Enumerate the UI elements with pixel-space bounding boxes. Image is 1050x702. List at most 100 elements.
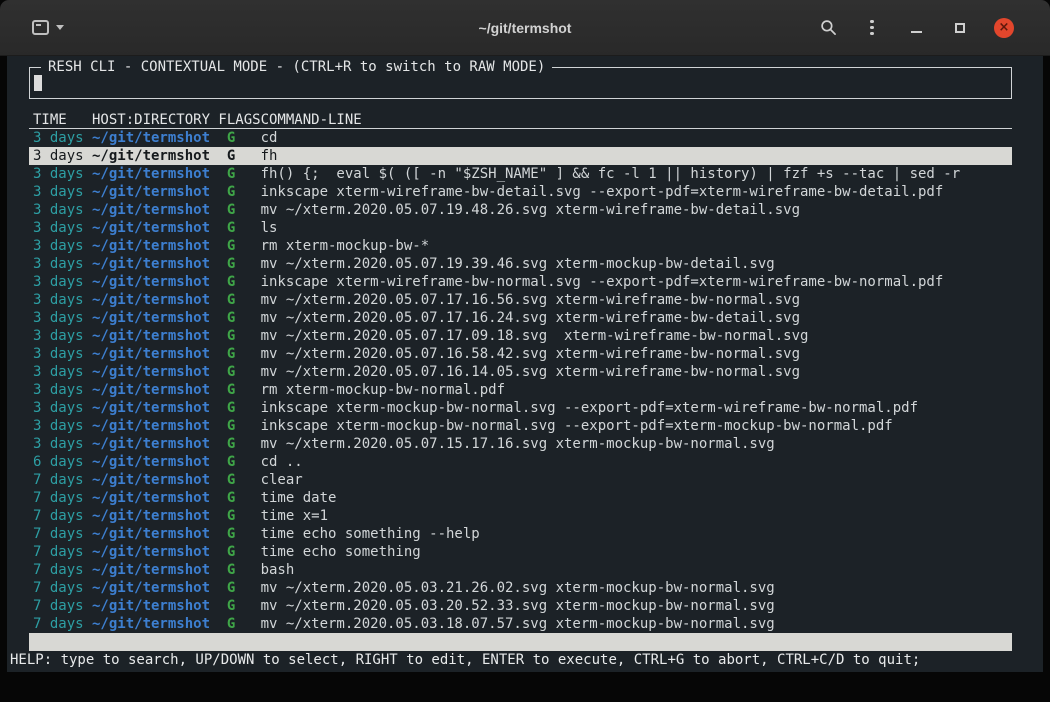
- row-time: 7 days: [33, 579, 92, 597]
- row-command: time date: [261, 489, 1012, 507]
- history-row[interactable]: 6 days ~/git/termshot G cd ..: [29, 453, 1012, 471]
- terminal-screen[interactable]: RESH CLI - CONTEXTUAL MODE - (CTRL+R to …: [7, 56, 1043, 672]
- history-row[interactable]: 7 days ~/git/termshot G time date: [29, 489, 1012, 507]
- history-row[interactable]: 3 days ~/git/termshot G inkscape xterm-w…: [29, 273, 1012, 291]
- row-flags: G: [218, 345, 260, 363]
- row-host-directory: ~/git/termshot: [92, 399, 218, 417]
- history-row[interactable]: 3 days ~/git/termshot G rm xterm-mockup-…: [29, 237, 1012, 255]
- row-host-directory: ~/git/termshot: [92, 327, 218, 345]
- history-row[interactable]: 3 days ~/git/termshot G inkscape xterm-m…: [29, 399, 1012, 417]
- history-row[interactable]: 3 days ~/git/termshot G mv ~/xterm.2020.…: [29, 363, 1012, 381]
- minimize-icon: [911, 31, 922, 33]
- row-host-directory: ~/git/termshot: [92, 525, 218, 543]
- row-time: 3 days: [33, 309, 92, 327]
- history-row[interactable]: 7 days ~/git/termshot G clear: [29, 471, 1012, 489]
- row-flags: G: [218, 183, 260, 201]
- history-row[interactable]: 7 days ~/git/termshot G mv ~/xterm.2020.…: [29, 597, 1012, 615]
- history-row[interactable]: 7 days ~/git/termshot G time echo someth…: [29, 543, 1012, 561]
- row-host-directory: ~/git/termshot: [92, 453, 218, 471]
- history-row[interactable]: 7 days ~/git/termshot G time x=1: [29, 507, 1012, 525]
- row-time: 3 days: [33, 399, 92, 417]
- history-row[interactable]: 3 days ~/git/termshot G mv ~/xterm.2020.…: [29, 345, 1012, 363]
- history-row[interactable]: 7 days ~/git/termshot G bash: [29, 561, 1012, 579]
- history-row[interactable]: 3 days ~/git/termshot G inkscape xterm-w…: [29, 183, 1012, 201]
- titlebar-controls: ×: [818, 18, 1050, 38]
- row-command: fh: [261, 147, 1012, 165]
- history-row[interactable]: 3 days ~/git/termshot G inkscape xterm-m…: [29, 417, 1012, 435]
- history-row[interactable]: 3 days ~/git/termshot G mv ~/xterm.2020.…: [29, 435, 1012, 453]
- search-button[interactable]: [818, 18, 838, 38]
- row-host-directory: ~/git/termshot: [92, 309, 218, 327]
- history-row[interactable]: 7 days ~/git/termshot G mv ~/xterm.2020.…: [29, 579, 1012, 597]
- search-input-box[interactable]: RESH CLI - CONTEXTUAL MODE - (CTRL+R to …: [29, 67, 1012, 99]
- history-row[interactable]: 3 days ~/git/termshot G mv ~/xterm.2020.…: [29, 327, 1012, 345]
- row-time: 3 days: [33, 417, 92, 435]
- row-command: cd ..: [261, 453, 1012, 471]
- row-time: 7 days: [33, 543, 92, 561]
- row-command: inkscape xterm-mockup-bw-normal.svg --ex…: [261, 417, 1012, 435]
- row-command: mv ~/xterm.2020.05.07.16.14.05.svg xterm…: [261, 363, 1012, 381]
- history-row[interactable]: 3 days ~/git/termshot G ls: [29, 219, 1012, 237]
- history-row[interactable]: 3 days ~/git/termshot G mv ~/xterm.2020.…: [29, 291, 1012, 309]
- row-time: 3 days: [33, 201, 92, 219]
- text-cursor: [34, 75, 42, 91]
- row-flags: G: [218, 381, 260, 399]
- row-host-directory: ~/git/termshot: [92, 417, 218, 435]
- row-flags: G: [218, 255, 260, 273]
- row-command: mv ~/xterm.2020.05.07.19.39.46.svg xterm…: [261, 255, 1012, 273]
- row-time: 7 days: [33, 615, 92, 633]
- row-time: 7 days: [33, 597, 92, 615]
- row-flags: G: [218, 165, 260, 183]
- row-command: fh() {; eval $( ([ -n "$ZSH_NAME" ] && f…: [261, 165, 1012, 183]
- history-row[interactable]: 7 days ~/git/termshot G mv ~/xterm.2020.…: [29, 615, 1012, 633]
- new-tab-button[interactable]: [28, 16, 68, 39]
- row-time: 3 days: [33, 363, 92, 381]
- history-row[interactable]: 3 days ~/git/termshot G mv ~/xterm.2020.…: [29, 255, 1012, 273]
- row-host-directory: ~/git/termshot: [92, 219, 218, 237]
- row-flags: G: [218, 597, 260, 615]
- header-time: TIME: [33, 111, 92, 128]
- row-command: mv ~/xterm.2020.05.03.18.07.57.svg xterm…: [261, 615, 1012, 633]
- row-time: 6 days: [33, 453, 92, 471]
- row-host-directory: ~/git/termshot: [92, 273, 218, 291]
- history-row[interactable]: 3 days ~/git/termshot G fh() {; eval $( …: [29, 165, 1012, 183]
- row-time: 3 days: [33, 237, 92, 255]
- row-host-directory: ~/git/termshot: [92, 201, 218, 219]
- row-flags: G: [218, 273, 260, 291]
- row-flags: G: [218, 129, 260, 147]
- history-row[interactable]: 7 days ~/git/termshot G time echo someth…: [29, 525, 1012, 543]
- row-command: time x=1: [261, 507, 1012, 525]
- history-row[interactable]: 3 days ~/git/termshot G cd: [29, 129, 1012, 147]
- history-row[interactable]: 3 days ~/git/termshot G rm xterm-mockup-…: [29, 381, 1012, 399]
- kebab-menu-icon: [870, 20, 874, 36]
- row-host-directory: ~/git/termshot: [92, 165, 218, 183]
- row-command: mv ~/xterm.2020.05.07.17.16.24.svg xterm…: [261, 309, 1012, 327]
- row-time: 3 days: [33, 345, 92, 363]
- history-rows: 3 days ~/git/termshot G cd 3 days ~/git/…: [29, 129, 1012, 633]
- row-flags: G: [218, 543, 260, 561]
- row-time: 3 days: [33, 255, 92, 273]
- history-row[interactable]: 3 days ~/git/termshot G mv ~/xterm.2020.…: [29, 201, 1012, 219]
- row-flags: G: [218, 201, 260, 219]
- row-host-directory: ~/git/termshot: [92, 129, 218, 147]
- row-flags: G: [218, 327, 260, 345]
- row-host-directory: ~/git/termshot: [92, 561, 218, 579]
- row-flags: G: [218, 525, 260, 543]
- status-bar: 2020-05-08 00:34:56tower:~/git/termshotf…: [29, 633, 1012, 651]
- mode-title: RESH CLI - CONTEXTUAL MODE - (CTRL+R to …: [41, 58, 552, 76]
- history-list: TIME HOST:DIRECTORY FLAGS COMMAND-LINE 3…: [29, 111, 1012, 633]
- row-flags: G: [218, 237, 260, 255]
- row-flags: G: [218, 453, 260, 471]
- close-button[interactable]: ×: [994, 18, 1014, 38]
- row-flags: G: [218, 309, 260, 327]
- menu-button[interactable]: [862, 18, 882, 38]
- history-row[interactable]: 3 days ~/git/termshot G fh: [29, 147, 1012, 165]
- row-host-directory: ~/git/termshot: [92, 183, 218, 201]
- row-flags: G: [218, 291, 260, 309]
- restore-button[interactable]: [950, 18, 970, 38]
- search-icon: [820, 19, 837, 36]
- row-time: 7 days: [33, 561, 92, 579]
- row-command: cd: [261, 129, 1012, 147]
- history-row[interactable]: 3 days ~/git/termshot G mv ~/xterm.2020.…: [29, 309, 1012, 327]
- minimize-button[interactable]: [906, 18, 926, 38]
